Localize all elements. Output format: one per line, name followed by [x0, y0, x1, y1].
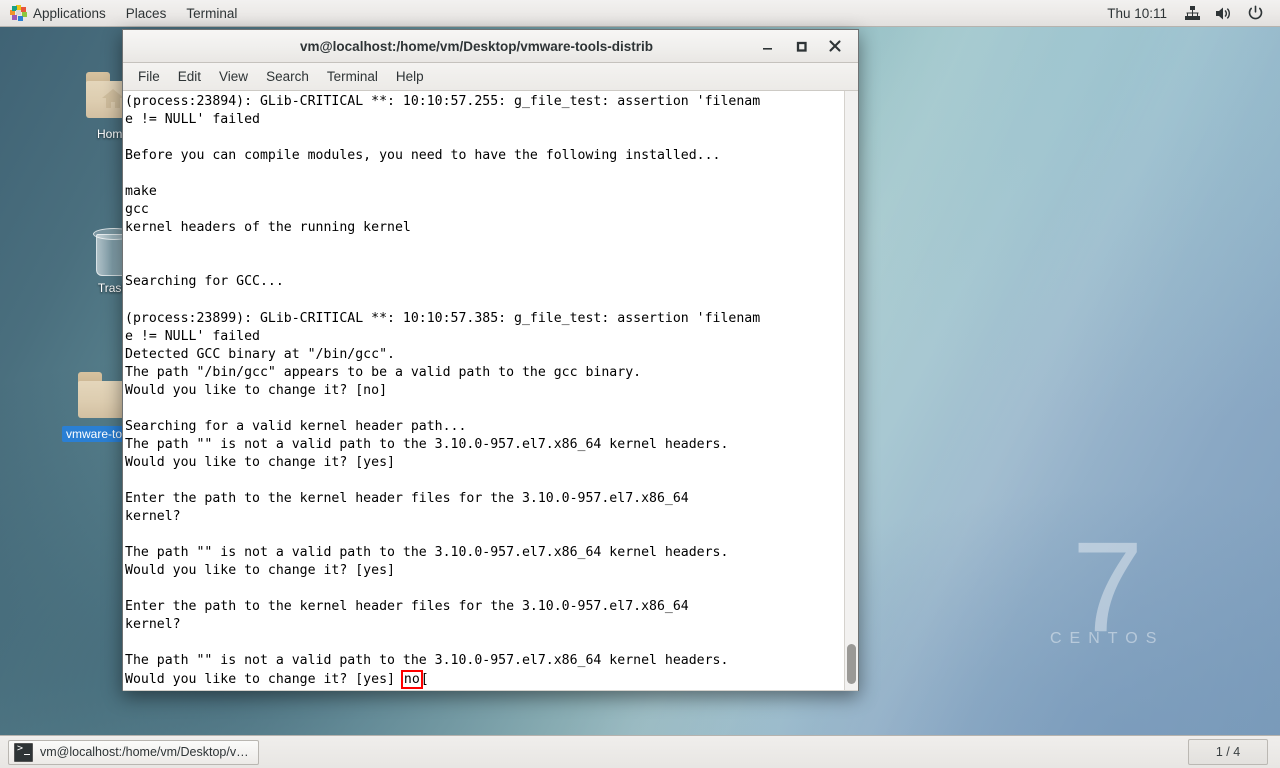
terminal-line: Before you can compile modules, you need… [125, 148, 721, 164]
menu-search[interactable]: Search [257, 67, 318, 86]
terminal-line: Enter the path to the kernel header file… [125, 599, 689, 615]
terminal-line: kernel headers of the running kernel [125, 220, 411, 236]
terminal-line: Detected GCC binary at "/bin/gcc". [125, 346, 395, 362]
terminal-line: The path "" is not a valid path to the 3… [125, 653, 729, 669]
taskbar-window-button[interactable]: vm@localhost:/home/vm/Desktop/v… [8, 739, 259, 765]
network-glyph-icon [1185, 5, 1200, 20]
minimize-icon [762, 47, 772, 50]
terminal-prompt-text: Would you like to change it? [yes] [125, 671, 403, 687]
top-panel: Applications Places Terminal Thu 10:11 [0, 0, 1280, 27]
terminal-line: kernel? [125, 617, 181, 633]
desktop-screen: 7 CENTOS Home Trash vmware-too Applicati… [0, 0, 1280, 768]
menubar: File Edit View Search Terminal Help [123, 63, 858, 91]
terminal-line-active: Would you like to change it? [yes] no[ [125, 669, 844, 689]
taskbar-window-label: vm@localhost:/home/vm/Desktop/v… [40, 745, 249, 759]
terminal-line: Searching for GCC... [125, 274, 284, 290]
places-menu[interactable]: Places [116, 0, 177, 26]
terminal-output[interactable]: (process:23894): GLib-CRITICAL **: 10:10… [123, 91, 844, 690]
window-controls [750, 31, 858, 61]
terminal-cursor-text: [ [420, 671, 429, 687]
menu-terminal[interactable]: Terminal [318, 67, 387, 86]
workspace-switcher[interactable]: 1 / 4 [1188, 739, 1268, 765]
menu-edit[interactable]: Edit [169, 67, 210, 86]
clock[interactable]: Thu 10:11 [1101, 6, 1177, 21]
terminal-app-menu-label: Terminal [186, 5, 238, 21]
menu-view[interactable]: View [210, 67, 257, 86]
terminal-line: make [125, 184, 157, 200]
terminal-line: Would you like to change it? [no] [125, 382, 388, 398]
terminal-line: e != NULL' failed [125, 328, 260, 344]
volume-icon[interactable] [1208, 0, 1240, 26]
terminal-line: e != NULL' failed [125, 112, 260, 128]
applications-menu-label: Applications [33, 5, 106, 21]
workspace-indicator-label: 1 / 4 [1215, 745, 1241, 759]
places-menu-label: Places [125, 5, 167, 21]
window-title: vm@localhost:/home/vm/Desktop/vmware-too… [300, 38, 653, 54]
terminal-line: (process:23894): GLib-CRITICAL **: 10:10… [125, 94, 761, 109]
terminal-body[interactable]: (process:23894): GLib-CRITICAL **: 10:10… [123, 91, 858, 691]
applications-menu[interactable]: Applications [0, 0, 116, 26]
terminal-scrollbar[interactable] [844, 91, 858, 690]
close-button[interactable] [818, 31, 852, 61]
terminal-line: Would you like to change it? [yes] [125, 563, 395, 579]
window-titlebar[interactable]: vm@localhost:/home/vm/Desktop/vmware-too… [123, 30, 858, 63]
terminal-line: The path "" is not a valid path to the 3… [125, 436, 729, 452]
terminal-line: gcc [125, 202, 149, 218]
maximize-icon [796, 41, 807, 52]
terminal-line: (process:23899): GLib-CRITICAL **: 10:10… [125, 310, 761, 326]
terminal-line: The path "" is not a valid path to the 3… [125, 545, 729, 561]
highlighted-answer: no [400, 669, 423, 689]
terminal-app-menu[interactable]: Terminal [176, 0, 247, 26]
terminal-icon [14, 742, 33, 762]
terminal-line: Searching for a valid kernel header path… [125, 418, 467, 434]
minimize-button[interactable] [750, 31, 784, 61]
menu-help[interactable]: Help [387, 67, 433, 86]
terminal-line: kernel? [125, 509, 181, 525]
menu-file[interactable]: File [129, 67, 169, 86]
terminal-line: Would you like to change it? [yes] [125, 454, 395, 470]
speaker-glyph-icon [1216, 7, 1230, 19]
power-glyph-icon [1248, 5, 1263, 20]
close-icon [829, 40, 841, 52]
bottom-panel: vm@localhost:/home/vm/Desktop/v… 1 / 4 [0, 735, 1280, 768]
terminal-line: Enter the path to the kernel header file… [125, 491, 689, 507]
network-icon[interactable] [1177, 0, 1208, 26]
maximize-button[interactable] [784, 31, 818, 61]
scrollbar-thumb[interactable] [847, 644, 856, 684]
power-icon[interactable] [1240, 0, 1271, 26]
applications-pinwheel-icon [10, 5, 27, 21]
panel-tray: Thu 10:11 [1101, 0, 1280, 26]
terminal-line: The path "/bin/gcc" appears to be a vali… [125, 364, 642, 380]
terminal-window: vm@localhost:/home/vm/Desktop/vmware-too… [122, 29, 859, 691]
